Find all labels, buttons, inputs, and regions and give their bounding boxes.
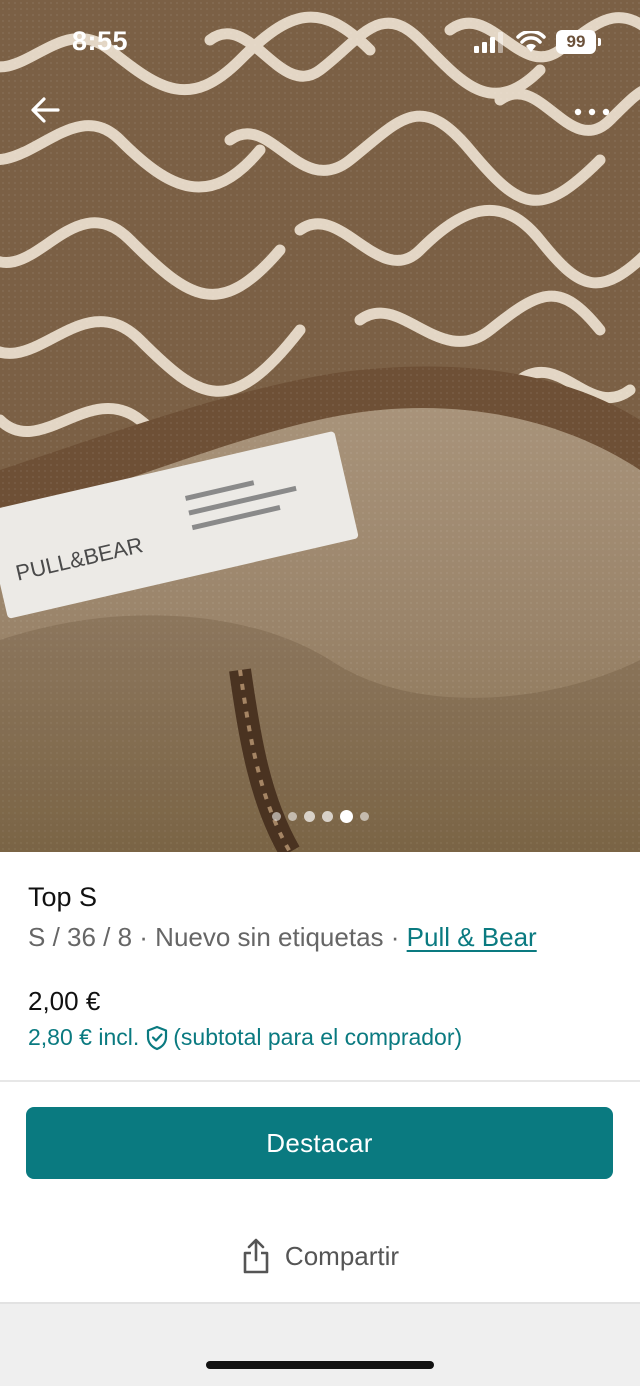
carousel-dot[interactable]: [321, 811, 333, 822]
share-button[interactable]: Compartir: [0, 1232, 640, 1280]
battery-level: 99: [566, 32, 586, 51]
home-indicator[interactable]: [206, 1361, 434, 1369]
buyer-total-price[interactable]: 2,80 € incl.: [28, 1024, 139, 1051]
share-label: Compartir: [284, 1240, 400, 1271]
promote-button[interactable]: Destacar: [26, 1107, 613, 1179]
bottom-area: [0, 1302, 640, 1386]
item-meta: S / 36 / 8 · Nuevo sin etiquetas · Pull …: [28, 922, 537, 953]
product-image: PULL&BEAR: [0, 0, 640, 852]
item-attributes: S / 36 / 8 · Nuevo sin etiquetas ·: [28, 922, 407, 952]
wifi-icon: [516, 31, 546, 52]
share-icon: [243, 1238, 269, 1274]
shield-check-icon[interactable]: [145, 1025, 169, 1051]
item-title: Top S: [28, 882, 98, 912]
carousel-dot[interactable]: [271, 812, 281, 821]
divider: [0, 1080, 640, 1082]
cellular-signal-icon: [474, 32, 503, 53]
item-price: 2,00 €: [28, 986, 101, 1016]
battery-icon: 99: [556, 30, 601, 54]
arrow-left-icon[interactable]: [28, 92, 64, 128]
brand-link[interactable]: Pull & Bear: [407, 922, 537, 952]
item-photo[interactable]: PULL&BEAR 8:55 99: [0, 0, 640, 852]
more-horizontal-icon[interactable]: [572, 98, 612, 126]
clock: 8:55: [72, 26, 129, 56]
carousel-dot[interactable]: [287, 812, 297, 821]
carousel-dot[interactable]: [303, 811, 315, 822]
buyer-total[interactable]: 2,80 € incl. (subtotal para el comprador…: [28, 1024, 462, 1051]
status-bar: 8:55 99: [0, 0, 640, 80]
buyer-total-note: (subtotal para el comprador): [173, 1024, 463, 1050]
carousel-indicator[interactable]: [0, 810, 640, 823]
carousel-dot[interactable]: [359, 812, 369, 821]
carousel-dot-active[interactable]: [339, 810, 353, 823]
